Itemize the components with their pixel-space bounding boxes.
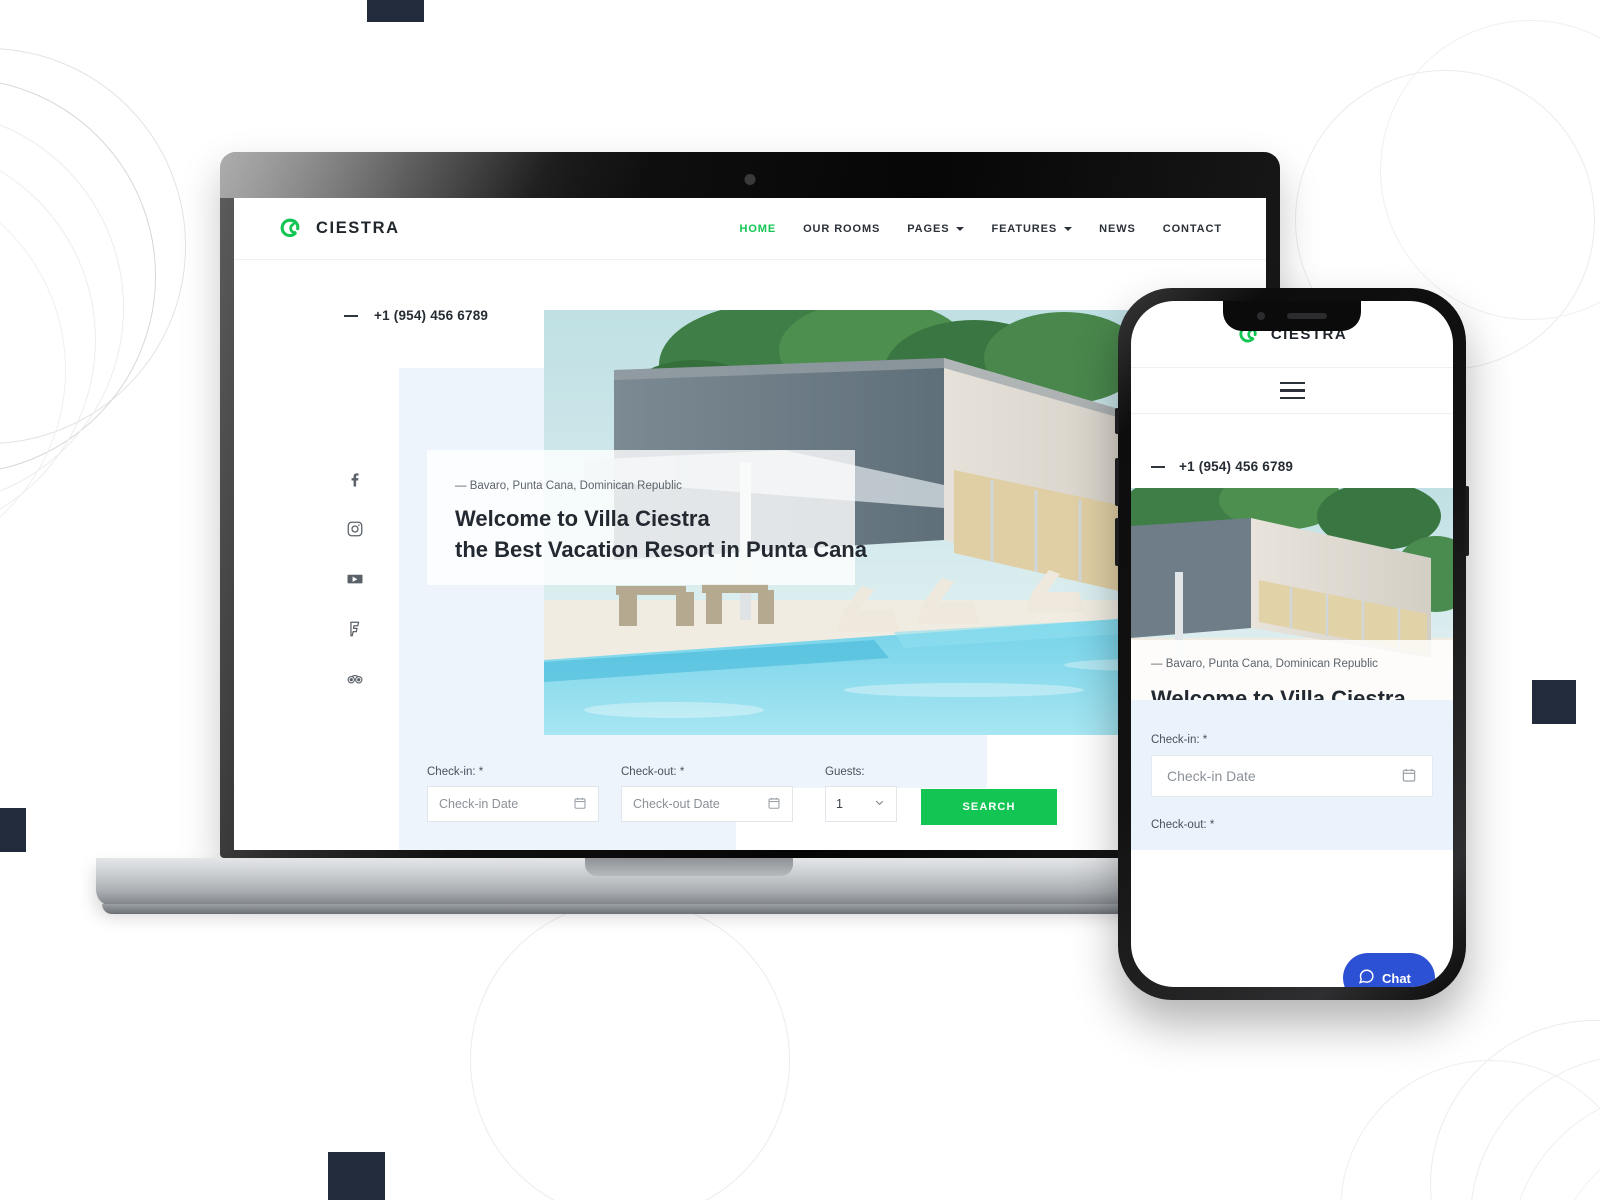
mobile-checkin-label: Check-in: * [1151, 734, 1433, 746]
hero-title-line1: Welcome to Villa Ciestra [455, 506, 710, 531]
checkin-field-group: Check-in: * Check-in Date [427, 766, 599, 822]
laptop-base-notch [584, 858, 793, 876]
facebook-icon[interactable] [346, 470, 364, 488]
required-marker: * [679, 766, 685, 778]
calendar-icon [767, 796, 781, 813]
phone-volume-up-button[interactable] [1115, 458, 1119, 506]
checkout-field-group: Check-out: * Check-out Date [621, 766, 793, 822]
mobile-hero-location: — Bavaro, Punta Cana, Dominican Republic [1151, 658, 1378, 670]
decor-ring [470, 900, 790, 1200]
calendar-icon [1401, 767, 1417, 786]
mobile-checkout-label: Check-out: * [1151, 819, 1433, 831]
brand-logo[interactable]: CIESTRA [278, 216, 400, 241]
guests-value: 1 [836, 797, 843, 811]
nav-label: HOME [739, 222, 777, 235]
mobile-hero-image: — Bavaro, Punta Cana, Dominican Republic… [1131, 488, 1453, 700]
nav-label: CONTACT [1162, 222, 1222, 235]
laptop-mockup: CIESTRA HOME OUR ROOMS PAGES FEATURES NE… [96, 152, 1281, 914]
required-marker: * [1202, 734, 1208, 746]
checkin-label-text: Check-in: [427, 766, 476, 778]
mobile-hero-text-card: — Bavaro, Punta Cana, Dominican Republic… [1131, 640, 1453, 700]
phone-mockup: CIESTRA +1 (954) 456 6789 — Bavaro, Punt… [1115, 288, 1469, 1000]
decor-square [328, 1152, 385, 1200]
nav-item-contact[interactable]: CONTACT [1163, 223, 1222, 235]
mobile-checkin-placeholder: Check-in Date [1167, 768, 1256, 784]
checkout-label-text: Check-out: [621, 766, 677, 778]
ciestra-c-logo-icon [278, 216, 303, 241]
chat-widget-button[interactable]: Chat [1343, 953, 1435, 987]
youtube-icon[interactable] [346, 570, 364, 588]
calendar-icon [573, 796, 587, 813]
hero-text-card: — Bavaro, Punta Cana, Dominican Republic… [427, 450, 867, 585]
tripadvisor-icon[interactable] [346, 670, 364, 688]
phone-speaker-icon [1287, 313, 1327, 319]
search-button[interactable]: SEARCH [921, 789, 1057, 825]
chevron-down-icon [873, 796, 886, 812]
main-navigation: HOME OUR ROOMS PAGES FEATURES NEWS CONTA… [739, 223, 1222, 235]
mobile-menu-button[interactable] [1131, 367, 1453, 414]
social-links [346, 470, 364, 688]
mobile-checkout-label-text: Check-out: [1151, 819, 1207, 831]
chat-icon [1358, 968, 1375, 987]
nav-item-our-rooms[interactable]: OUR ROOMS [803, 223, 880, 235]
decor-ring [1340, 1060, 1600, 1200]
nav-item-news[interactable]: NEWS [1099, 223, 1136, 235]
mobile-checkin-label-text: Check-in: [1151, 734, 1200, 746]
guests-label: Guests: [825, 766, 865, 778]
hamburger-menu-icon [1279, 382, 1305, 399]
mobile-website-viewport: CIESTRA +1 (954) 456 6789 — Bavaro, Punt… [1131, 301, 1453, 987]
nav-label: FEATURES [991, 222, 1058, 235]
site-header: CIESTRA HOME OUR ROOMS PAGES FEATURES NE… [234, 198, 1266, 260]
checkin-placeholder: Check-in Date [439, 797, 519, 811]
dash-icon [1151, 465, 1165, 468]
phone-volume-down-button[interactable] [1115, 518, 1119, 566]
laptop-camera-icon [744, 174, 756, 185]
dash-icon [344, 314, 358, 317]
chevron-down-icon [956, 226, 965, 231]
decor-square [0, 808, 26, 852]
nav-label: NEWS [1099, 222, 1136, 235]
checkout-input[interactable]: Check-out Date [621, 786, 793, 822]
required-marker: * [1209, 819, 1215, 831]
phone-number: +1 (954) 456 6789 [374, 308, 489, 323]
decor-square [1532, 680, 1576, 724]
hero-location: — Bavaro, Punta Cana, Dominican Republic [455, 480, 682, 492]
hero-title-line2: the Best Vacation Resort in Punta Cana [455, 537, 867, 563]
phone-power-button[interactable] [1465, 486, 1469, 556]
checkout-placeholder: Check-out Date [633, 797, 720, 811]
mobile-booking-form: Check-in: * Check-in Date Check-out: * [1131, 700, 1453, 850]
required-marker: * [478, 766, 484, 778]
phone-mute-button[interactable] [1115, 408, 1119, 434]
desktop-website-viewport: CIESTRA HOME OUR ROOMS PAGES FEATURES NE… [234, 198, 1266, 850]
decor-square [367, 0, 424, 22]
checkin-input[interactable]: Check-in Date [427, 786, 599, 822]
phone-camera-icon [1257, 312, 1265, 320]
nav-item-features[interactable]: FEATURES [991, 222, 1073, 235]
nav-label: PAGES [907, 222, 950, 235]
guests-select[interactable]: 1 [825, 786, 897, 822]
booking-form: Check-in: * Check-in Date Check-out: * C… [234, 750, 1266, 850]
site-hero-section: +1 (954) 456 6789 — Bavaro, Punta Cana, … [234, 260, 1266, 850]
guests-field-group: Guests: 1 [825, 766, 897, 822]
phone-notch [1223, 301, 1361, 331]
mobile-phone-number: +1 (954) 456 6789 [1179, 459, 1294, 474]
header-phone-block[interactable]: +1 (954) 456 6789 [344, 308, 488, 323]
instagram-icon[interactable] [346, 520, 364, 538]
mobile-hero-title-line1: Welcome to Villa Ciestra [1151, 686, 1406, 700]
laptop-screen-glare [220, 152, 640, 198]
brand-name: CIESTRA [316, 219, 400, 237]
laptop-foot [102, 904, 1275, 914]
nav-item-home[interactable]: HOME [739, 223, 776, 235]
nav-label: OUR ROOMS [803, 222, 881, 235]
nav-item-pages[interactable]: PAGES [907, 222, 965, 235]
checkout-label: Check-out: * [621, 766, 793, 778]
checkin-label: Check-in: * [427, 766, 599, 778]
laptop-base [96, 858, 1281, 914]
mobile-checkin-input[interactable]: Check-in Date [1151, 755, 1433, 797]
chevron-down-icon [1064, 226, 1073, 231]
chat-label: Chat [1382, 970, 1411, 986]
foursquare-icon[interactable] [346, 620, 364, 638]
mobile-phone-block[interactable]: +1 (954) 456 6789 [1131, 414, 1453, 488]
